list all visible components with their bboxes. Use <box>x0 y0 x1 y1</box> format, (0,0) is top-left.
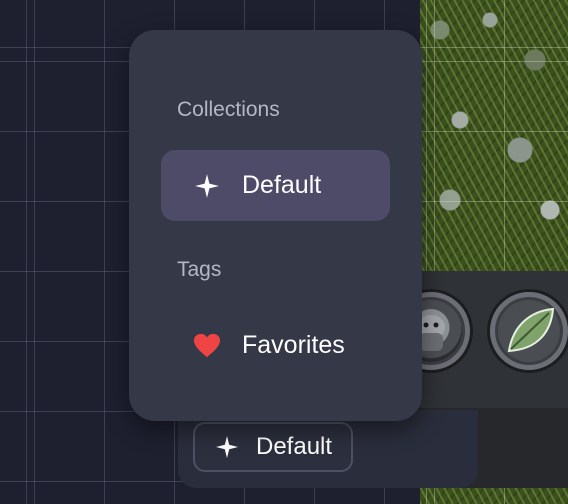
collections-heading: Collections <box>177 98 280 121</box>
collections-menu: Collections Default Tags Favorites <box>129 30 422 421</box>
leaf-token[interactable] <box>490 292 568 370</box>
collection-chip-button[interactable]: Default <box>193 422 353 472</box>
menu-item-favorites[interactable]: Favorites <box>161 310 390 381</box>
heart-icon <box>194 333 220 359</box>
collection-chip-label: Default <box>256 433 333 460</box>
sparkle-icon <box>215 435 239 459</box>
tags-heading: Tags <box>177 258 222 281</box>
menu-item-label: Default <box>242 171 322 199</box>
sparkle-icon <box>194 173 220 199</box>
menu-item-label: Favorites <box>242 331 345 359</box>
menu-item-default[interactable]: Default <box>161 150 390 221</box>
